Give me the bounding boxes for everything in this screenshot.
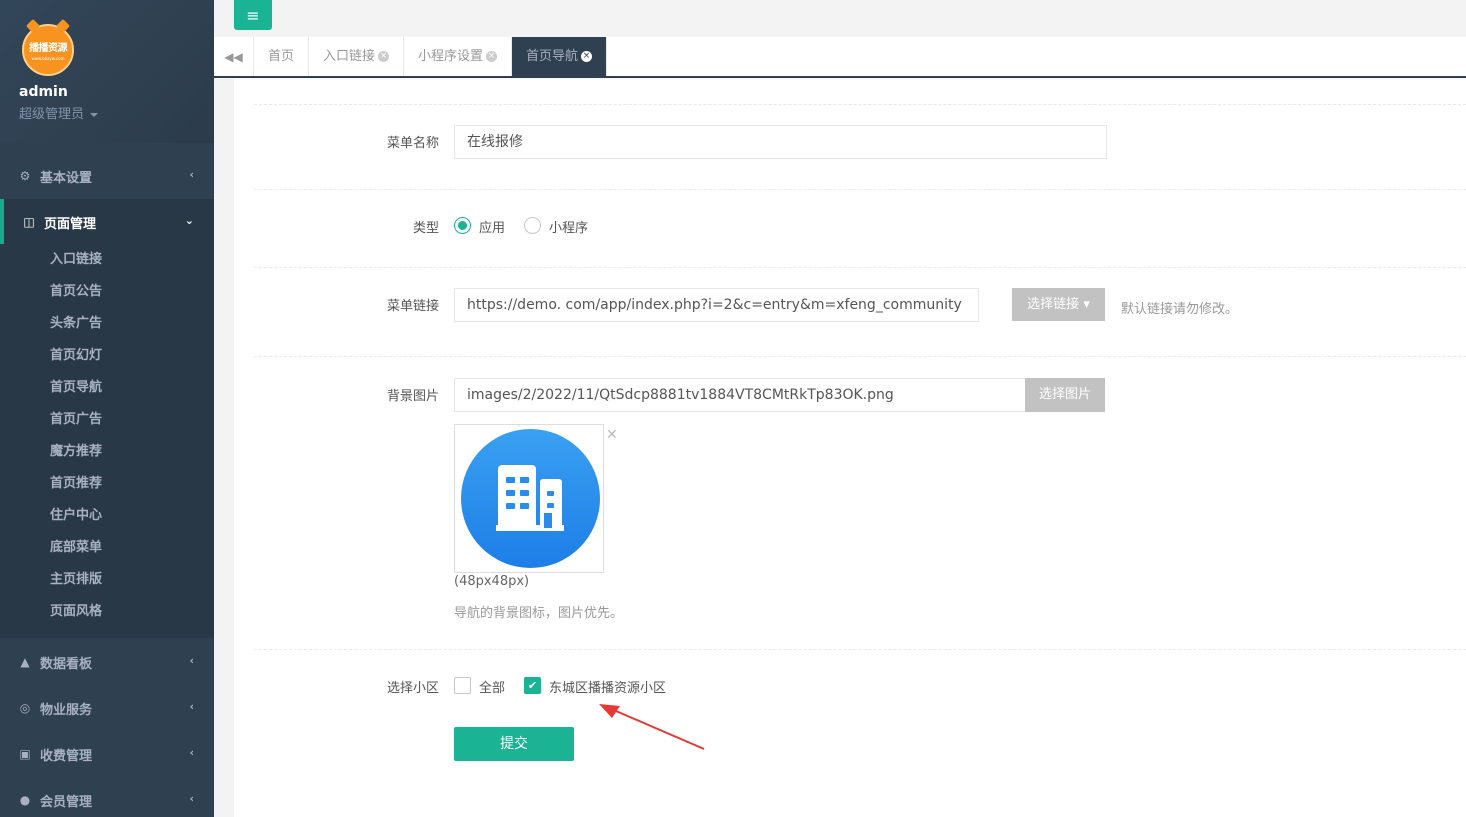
type-label: 类型 — [412, 221, 439, 236]
tab-miniprogram-settings[interactable]: 小程序设置 × — [404, 37, 513, 76]
check-icon: ✔ — [527, 679, 538, 692]
tab-label: 首页 — [268, 49, 295, 64]
subnav-item[interactable]: 首页幻灯 — [0, 340, 214, 372]
type-radio-miniprogram[interactable] — [524, 217, 541, 234]
sidebar-item-label: 数据看板 — [40, 656, 93, 672]
chevron-left-icon: ‹ — [189, 746, 194, 759]
user-icon: ● — [19, 793, 31, 807]
chevron-left-icon: ‹ — [189, 168, 194, 181]
close-icon[interactable]: × — [378, 51, 390, 62]
subnav-item[interactable]: 首页推荐 — [0, 468, 214, 500]
sidebar-item-label: 收费管理 — [40, 748, 93, 764]
image-preview — [454, 424, 604, 573]
subnav-item[interactable]: 入口链接 — [0, 244, 214, 276]
subnav-page-management: 入口链接 首页公告 头条广告 首页幻灯 首页导航 首页广告 魔方推荐 首页推荐 … — [0, 244, 214, 638]
sidebar-item-fee-management[interactable]: ▣ 收费管理 ‹ — [0, 731, 214, 777]
tab-scroll-left-button[interactable]: ◀◀ — [214, 37, 254, 76]
chevron-left-icon: ‹ — [189, 700, 194, 713]
hamburger-icon: ≡ — [246, 5, 260, 25]
community-option-all-label: 全部 — [479, 681, 506, 696]
sidebar: 播播资源 www.bbzyw.com admin 超级管理员 ⚙ 基本设置 ‹ … — [0, 0, 214, 817]
chevron-left-icon: ‹ — [189, 654, 194, 667]
divider — [254, 356, 1466, 357]
subnav-item[interactable]: 页面风格 — [0, 596, 214, 628]
select-link-label: 选择链接 — [1027, 297, 1080, 312]
user-name: admin — [19, 84, 68, 100]
select-link-button[interactable]: 选择链接 ▾ — [1012, 288, 1105, 321]
close-icon[interactable]: × — [486, 51, 498, 62]
menu-link-help: 默认链接请勿修改。 — [1121, 302, 1239, 317]
tab-label: 入口链接 — [323, 49, 376, 64]
chevron-left-icon: ‹ — [189, 792, 194, 805]
annotation-arrow — [599, 704, 705, 750]
community-label: 选择小区 — [386, 681, 439, 696]
community-option-dongcheng-label: 东城区播播资源小区 — [549, 681, 667, 696]
building-icon — [461, 429, 600, 568]
user-role-label: 超级管理员 — [19, 107, 85, 122]
subnav-item[interactable]: 主页排版 — [0, 564, 214, 596]
sidebar-item-page-management[interactable]: ◫ 页面管理 ⌄ — [0, 199, 214, 245]
bg-image-help: 导航的背景图标，图片优先。 — [454, 606, 624, 621]
gear-icon: ⚙ — [19, 169, 31, 183]
tab-home[interactable]: 首页 — [254, 37, 310, 76]
sidebar-item-label: 会员管理 — [40, 794, 93, 810]
subnav-item[interactable]: 魔方推荐 — [0, 436, 214, 468]
sidebar-item-label: 页面管理 — [44, 216, 97, 232]
tab-bar: ◀◀ 首页 入口链接 × 小程序设置 × 首页导航 × — [214, 37, 1466, 78]
bg-image-label: 背景图片 — [386, 389, 439, 404]
tab-home-nav[interactable]: 首页导航 × — [512, 37, 608, 76]
divider — [254, 267, 1466, 268]
sidebar-item-basic-settings[interactable]: ⚙ 基本设置 ‹ — [0, 153, 214, 199]
sidebar-item-member-management[interactable]: ● 会员管理 ‹ — [0, 777, 214, 817]
submit-button[interactable]: 提交 — [454, 727, 574, 761]
menu-toggle-button[interactable]: ≡ — [234, 0, 272, 30]
menu-link-label: 菜单链接 — [386, 299, 439, 314]
area-chart-icon: ▲ — [20, 655, 30, 669]
double-chevron-left-icon: ◀◀ — [224, 49, 243, 64]
bg-image-input[interactable]: images/2/2022/11/QtSdcp8881tv1884VT8CMtR… — [454, 378, 1026, 412]
site-logo: 播播资源 www.bbzyw.com — [22, 18, 74, 76]
subnav-item[interactable]: 头条广告 — [0, 308, 214, 340]
top-bar: ≡ — [214, 0, 1466, 37]
select-image-button[interactable]: 选择图片 — [1025, 378, 1105, 412]
user-role-dropdown[interactable]: 超级管理员 — [19, 103, 99, 122]
subnav-item[interactable]: 首页广告 — [0, 404, 214, 436]
subnav-item[interactable]: 底部菜单 — [0, 532, 214, 564]
divider — [254, 189, 1466, 190]
logo-brand: 播播资源 — [29, 43, 68, 54]
type-option-app-label: 应用 — [479, 221, 506, 236]
sidebar-item-label: 基本设置 — [40, 170, 93, 186]
type-radio-app[interactable] — [454, 217, 471, 234]
divider — [254, 649, 1466, 650]
sidebar-item-data-board[interactable]: ▲ 数据看板 ‹ — [0, 639, 214, 685]
profile-panel: 播播资源 www.bbzyw.com admin 超级管理员 — [0, 0, 214, 143]
sidebar-item-label: 物业服务 — [40, 702, 93, 718]
sidebar-item-property-service[interactable]: ◎ 物业服务 ‹ — [0, 685, 214, 731]
chevron-down-icon: ⌄ — [184, 214, 194, 227]
menu-link-input[interactable]: https://demo. com/app/index.php?i=2&c=en… — [454, 288, 979, 322]
remove-image-icon[interactable]: ✕ — [606, 427, 618, 443]
menu-name-input[interactable]: 在线报修 — [454, 125, 1107, 159]
subnav-item[interactable]: 首页公告 — [0, 276, 214, 308]
caret-down-icon: ▾ — [1083, 297, 1090, 312]
tab-entry-links[interactable]: 入口链接 × — [309, 37, 405, 76]
columns-icon: ◫ — [23, 215, 35, 229]
close-icon[interactable]: × — [581, 51, 593, 62]
main-content: 菜单名称 在线报修 类型 应用 小程序 菜单链接 https://demo. c… — [234, 79, 1466, 817]
image-size-hint: (48px48px) — [454, 574, 530, 589]
subnav-item[interactable]: 首页导航 — [0, 372, 214, 404]
tab-label: 首页导航 — [526, 49, 579, 64]
caret-down-icon — [90, 112, 99, 117]
menu-name-label: 菜单名称 — [386, 136, 439, 151]
subnav-item[interactable]: 住户中心 — [0, 500, 214, 532]
community-checkbox-all[interactable] — [454, 677, 471, 694]
tab-label: 小程序设置 — [418, 49, 484, 64]
community-checkbox-dongcheng[interactable]: ✔ — [524, 677, 541, 694]
logo-url: www.bbzyw.com — [31, 56, 65, 61]
type-option-miniprogram-label: 小程序 — [549, 221, 589, 236]
money-icon: ▣ — [19, 747, 31, 761]
divider — [254, 104, 1466, 105]
lifebuoy-icon: ◎ — [19, 701, 31, 715]
